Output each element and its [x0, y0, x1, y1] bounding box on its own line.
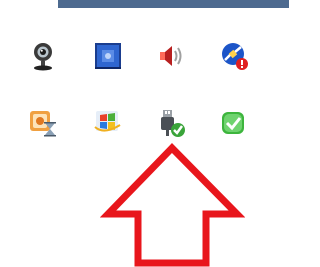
- usb-safely-remove-icon[interactable]: [155, 107, 187, 139]
- green-check-icon[interactable]: [218, 107, 250, 139]
- hourglass-task-icon[interactable]: [27, 107, 59, 139]
- speaker-volume-icon[interactable]: [155, 40, 187, 72]
- network-adapter-icon[interactable]: [92, 40, 124, 72]
- red-up-arrow-annotation: [100, 140, 245, 267]
- power-plug-warning-icon[interactable]: [218, 40, 250, 72]
- windows-logo-icon[interactable]: [92, 107, 124, 139]
- webcam-icon[interactable]: [27, 40, 59, 72]
